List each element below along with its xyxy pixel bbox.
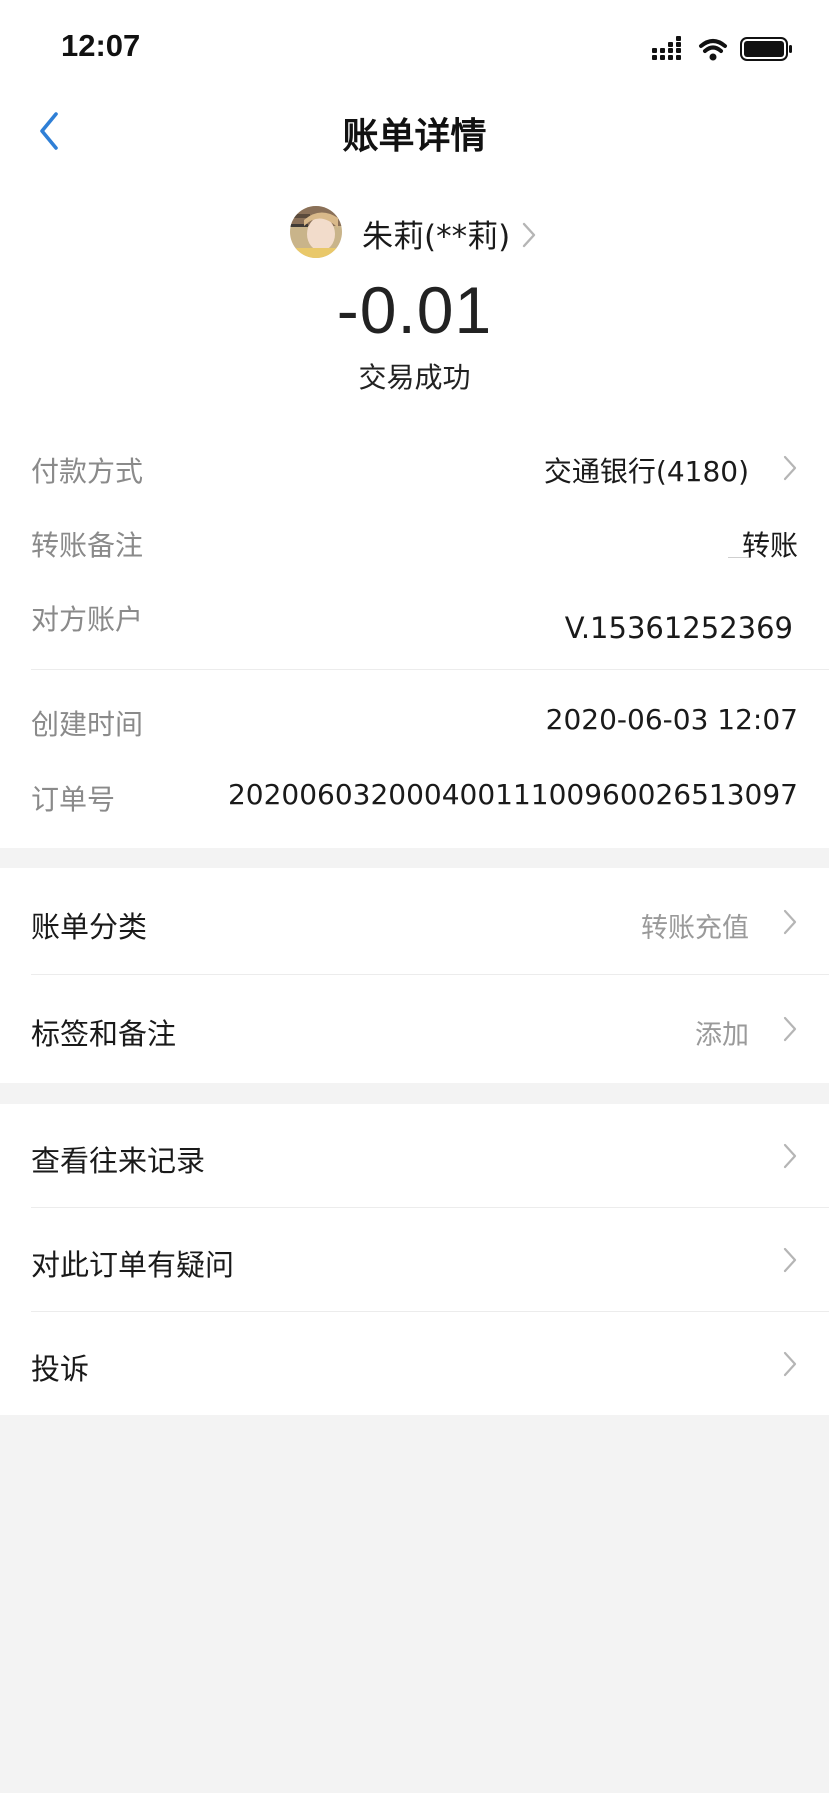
account-value: V.15361252369 [564,611,793,645]
actions-section: 查看往来记录 对此订单有疑问 投诉 [0,1104,829,1415]
order-number-value: 20200603200040011100960026513097 [227,778,798,811]
created-time-label: 创建时间 [31,708,144,741]
tags-remarks-value: 添加 [695,1020,749,1051]
avatar[interactable] [290,206,342,258]
chevron-right-icon[interactable] [520,220,538,250]
chevron-right-icon [782,1246,798,1274]
account-label: 对方账户 [31,603,144,636]
view-history-label: 查看往来记录 [31,1144,206,1178]
chevron-right-icon [782,1350,798,1378]
wifi-icon [699,39,727,53]
counterparty-name[interactable]: 朱莉(**莉) [362,211,510,256]
signal-icon [652,36,792,61]
transaction-status: 交易成功 [358,361,471,394]
bill-category-value: 转账充值 [641,913,749,944]
payment-method-label: 付款方式 [31,455,144,488]
status-time: 12:07 [61,28,141,63]
payment-method-value[interactable]: 交通银行(4180) [544,450,749,490]
order-number-label: 订单号 [31,783,116,816]
bill-category-label: 账单分类 [31,910,148,944]
complaint-row[interactable]: 投诉 [0,1312,829,1415]
bill-detail-card: 12:07 账单详情 朱莉(**莉) -0.01 交易成功 付款方式 交通银行(… [0,0,829,848]
transaction-amount: -0.01 [336,273,493,347]
created-time-value: 2020-06-03 12:07 [545,703,798,736]
chevron-right-icon[interactable] [782,454,798,482]
chevron-right-icon [782,908,798,936]
remark-label: 转账备注 [31,529,144,562]
bill-category-row[interactable]: 账单分类 转账充值 [0,868,829,974]
chevron-right-icon [782,1015,798,1043]
page-title: 账单详情 [342,116,487,157]
view-history-row[interactable]: 查看往来记录 [0,1104,829,1207]
chevron-right-icon [782,1142,798,1170]
order-question-row[interactable]: 对此订单有疑问 [0,1208,829,1311]
complaint-label: 投诉 [31,1352,90,1386]
tags-remarks-row[interactable]: 标签和备注 添加 [0,975,829,1083]
order-question-label: 对此订单有疑问 [31,1248,235,1282]
status-icons [650,34,796,64]
tags-remarks-label: 标签和备注 [31,1017,177,1051]
divider [31,669,829,670]
remark-value: 转账 [741,529,798,562]
battery-icon [740,37,792,61]
category-section: 账单分类 转账充值 标签和备注 添加 [0,868,829,1083]
